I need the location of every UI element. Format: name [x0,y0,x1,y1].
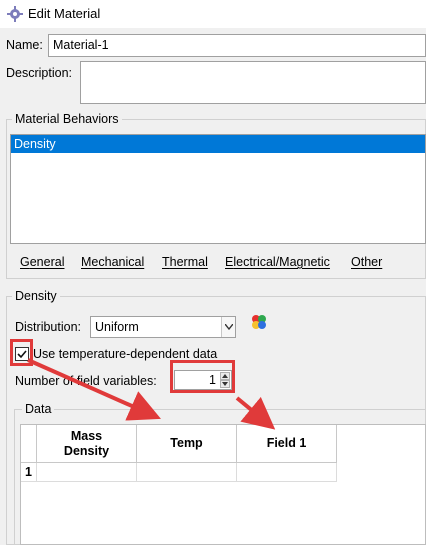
annotation-arrow-field [235,396,276,430]
annotation-arrow-temp [27,358,161,421]
annotation-arrows [27,358,276,430]
